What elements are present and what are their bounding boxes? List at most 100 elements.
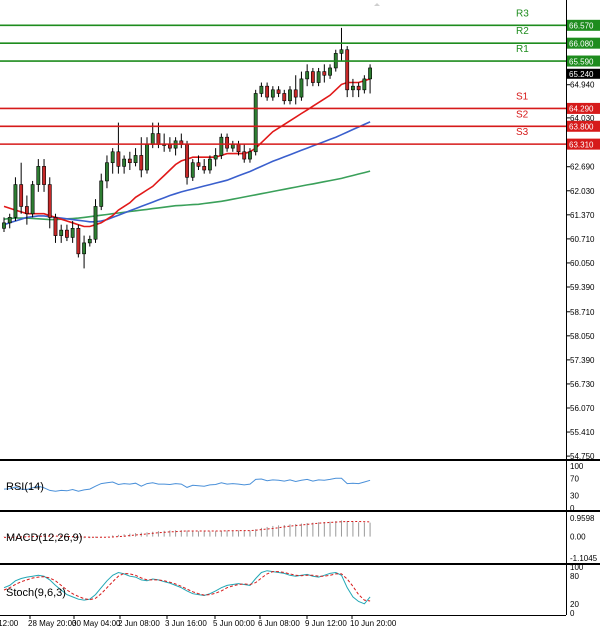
price-tick-label: 58.050 [570,332,595,341]
candle-body-down [196,162,201,167]
candle-body-up [2,222,6,229]
candle-body-down [345,49,350,91]
price-tick-label: 64.030 [570,114,595,123]
candle-body-up [105,162,109,182]
candle-body-up [30,184,35,215]
price-tick-label: 59.390 [570,283,595,292]
time-tick-label: 28 May 20:00 [28,619,77,628]
candle-body-up [70,228,75,238]
candle-body-down [185,144,189,178]
candle-body-up [351,85,355,91]
last-price-label: 65.240 [569,70,594,79]
price-tick-label: 61.370 [570,211,595,220]
price-chart[interactable]: R3 R2 R1 S1 S2 S3 66.570 66.080 65.590 64.290 63.… [0,0,600,631]
candle-body-up [150,133,155,145]
candle-body-up [122,158,127,167]
price-tick-label: 57.390 [570,356,595,365]
candle-body-up [13,184,18,218]
candle-body-down [65,229,69,238]
candle-body-down [225,136,229,149]
candle-body-down [236,144,241,153]
candle-body-up [7,217,12,224]
candle-body-down [47,184,52,218]
candle-body-down [322,71,327,76]
candle-body-up [288,89,292,102]
candle-body-up [59,229,64,236]
candle-body-up [36,166,41,185]
candle-body-down [282,93,287,102]
rsi-tick-label: 70 [570,475,579,484]
candle-body-down [127,158,132,164]
level-label-s2: S2 [516,109,529,120]
candle [253,89,258,156]
macd-tick-label: 0.00 [570,533,586,542]
price-tick-label: 56.730 [570,380,595,389]
level-price-tag-text: 64.290 [569,105,594,114]
candle-body-up [213,155,218,160]
time-tick-label: 3 Jun 16:00 [165,619,207,628]
candle-body-down [19,184,24,207]
level-label-r3: R3 [516,8,529,19]
candle-body-up [253,93,258,153]
price-pane[interactable]: R3 R2 R1 S1 S2 S3 [0,0,566,458]
candle-body-down [76,228,81,255]
rsi-label: RSI(14) [6,481,44,493]
candle-body-up [230,144,235,149]
candle-body-up [248,151,252,160]
candle-body-down [116,151,121,167]
stoch-tick-label: 20 [570,600,579,609]
candle-body-down [24,206,29,215]
candle-body-up [339,49,344,54]
candle-body-down [242,151,247,160]
candle-body-up [299,78,304,98]
candle-body-down [139,155,144,171]
candle-body-up [190,162,195,178]
candle-body-up [208,158,212,171]
candle [345,46,350,98]
candle-body-down [293,89,298,98]
level-price-tag-text: 63.800 [569,123,594,132]
macd-tick-label: 0.9598 [570,514,595,523]
candle-body-up [270,89,275,98]
candle-body-up [133,155,138,164]
price-tick-label: 55.410 [570,428,595,437]
time-tick-label: 9 Jun 12:00 [305,619,347,628]
candle-body-up [328,67,332,76]
rsi-tick-label: 30 [570,491,579,500]
level-price-tag-text: 65.590 [569,57,594,66]
stoch-tick-label: 100 [570,563,584,572]
candle-body-down [202,166,207,171]
level-label-s1: S1 [516,91,529,102]
price-tick-label: 62.030 [570,187,595,196]
macd-tick-label: -1.1045 [570,554,598,563]
candle-body-down [356,85,361,91]
candle-body-up [99,180,104,207]
candle-body-up [316,71,321,83]
price-tick-label: 60.050 [570,259,595,268]
candle-body-up [145,144,149,171]
time-tick-label: 30 May 04:00 [72,619,121,628]
candle-body-up [82,242,86,255]
macd-label: MACD(12,26,9) [6,532,82,544]
candle-body-down [310,71,315,83]
time-tick-label: y 12:00 [0,619,19,628]
candle [30,180,35,218]
candle-body-up [93,206,98,240]
level-label-r1: R1 [516,44,529,55]
candle-body-down [276,89,281,94]
candle-body-down [167,144,172,149]
price-tick-label: 60.710 [570,235,595,244]
candle-body-up [259,85,264,94]
level-price-tag-text: 66.570 [569,22,594,31]
price-tick-label: 56.070 [570,404,595,413]
stoch-tick-label: 0 [570,609,575,618]
candle-body-up [305,71,310,80]
level-label-r2: R2 [516,26,529,37]
candle-body-down [53,217,58,236]
price-tick-label: 62.690 [570,163,595,172]
time-tick-label: 10 Jun 20:00 [350,619,397,628]
candle-body-up [87,238,92,244]
time-tick-label: 6 Jun 08:00 [258,619,300,628]
price-tick-label: 58.710 [570,308,595,317]
level-price-tag-text: 63.310 [569,140,594,149]
